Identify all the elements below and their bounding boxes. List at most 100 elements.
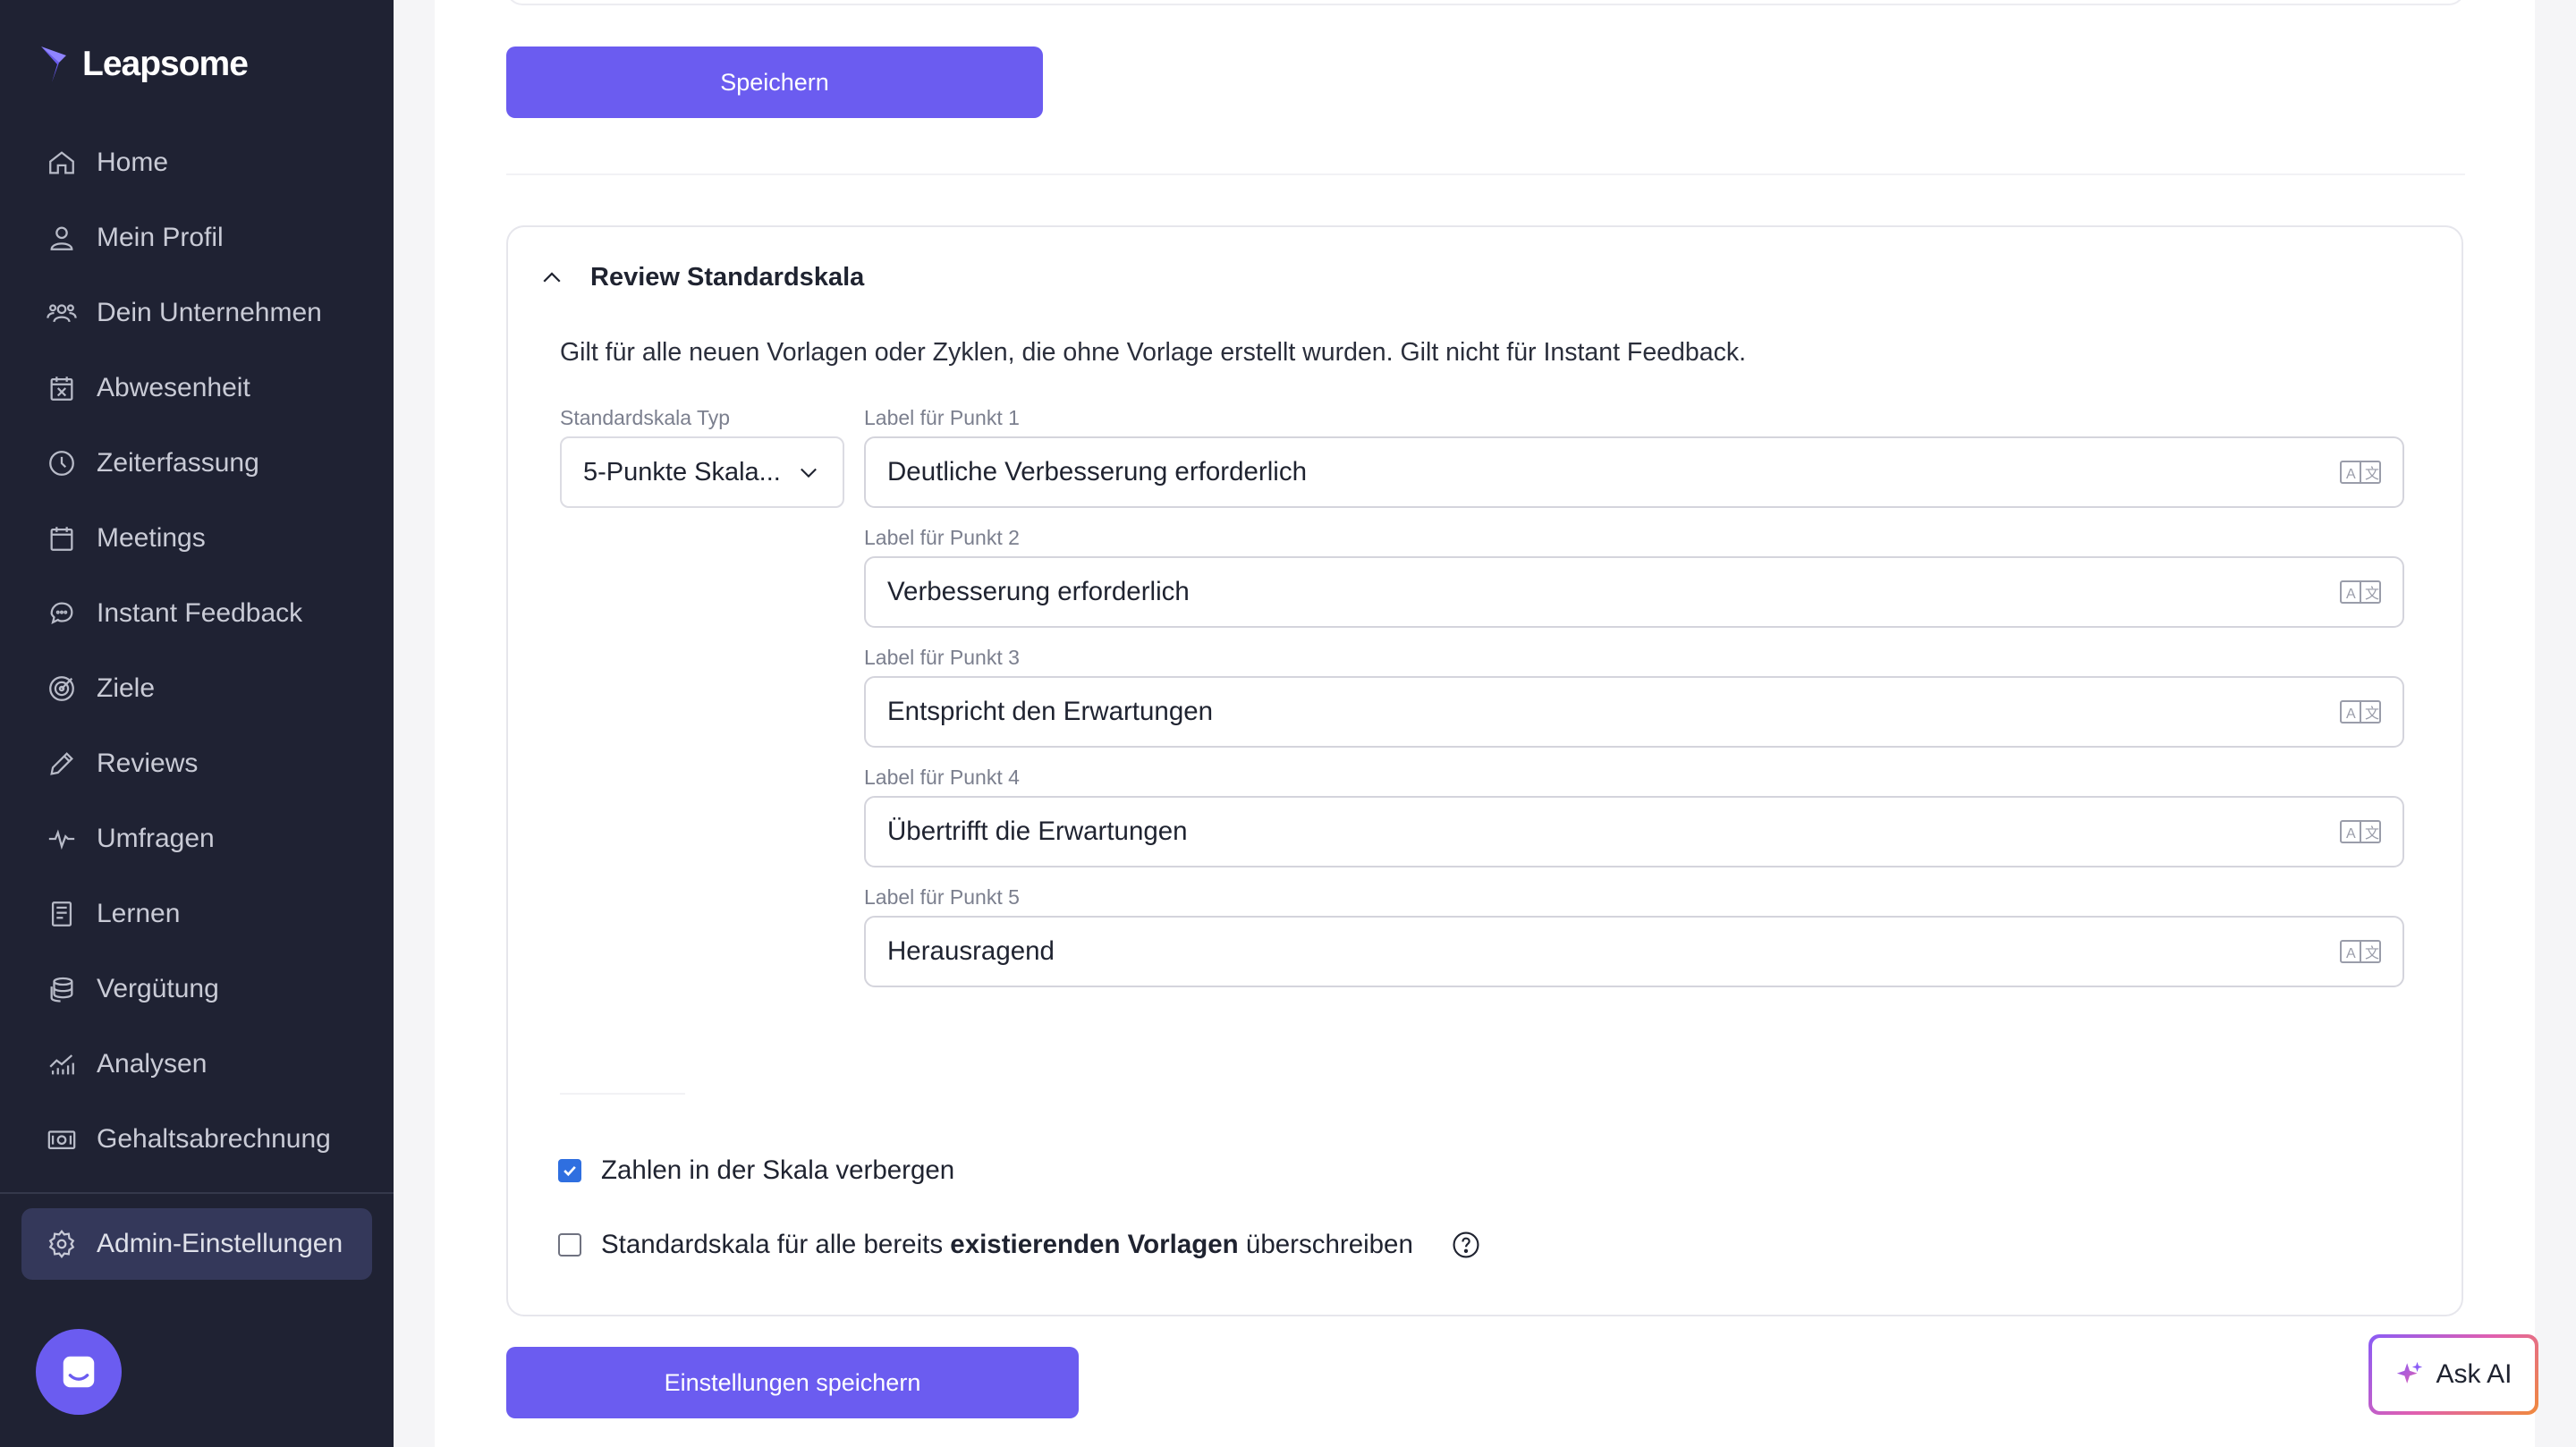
sidebar-item-goals[interactable]: Ziele [21, 651, 372, 726]
user-icon [50, 226, 73, 250]
spacer-line [560, 1093, 685, 1095]
coins-icon [50, 977, 73, 1003]
review-scale-header[interactable]: Review Standardskala [538, 263, 864, 292]
override-templates-label: Standardskala für alle bereits existiere… [601, 1230, 1413, 1260]
sidebar-item-label: Ziele [97, 673, 156, 703]
svg-text:A: A [2346, 946, 2356, 961]
sidebar-item-label: Dein Unternehmen [97, 298, 322, 327]
sidebar-item-instant-feedback[interactable]: Instant Feedback [21, 576, 372, 651]
ask-ai-label: Ask AI [2436, 1359, 2512, 1389]
sidebar-item-label: Abwesenheit [97, 373, 250, 402]
gear-icon [48, 1230, 75, 1258]
target-icon [49, 676, 74, 701]
svg-text:文: 文 [2365, 706, 2379, 722]
leapsome-logo[interactable]: Leapsome [39, 45, 249, 84]
book-icon [51, 901, 72, 927]
main-nav: Home Mein Profil Dein Unternehmen Abwese… [21, 125, 372, 1177]
translate-icon[interactable]: A文 [2340, 698, 2381, 725]
save-button[interactable]: Speichern [506, 47, 1043, 118]
pencil-icon [50, 752, 73, 775]
point-5-input[interactable] [887, 936, 2283, 967]
point-1-label: Label für Punkt 1 [864, 406, 1020, 429]
sidebar-item-company[interactable]: Dein Unternehmen [21, 275, 372, 351]
point-3-label: Label für Punkt 3 [864, 646, 1020, 669]
hide-numbers-checkbox[interactable] [558, 1159, 581, 1182]
sidebar-item-label: Instant Feedback [97, 598, 303, 628]
hide-numbers-row: Zahlen in der Skala verbergen [558, 1155, 954, 1186]
translate-icon[interactable]: A文 [2340, 459, 2381, 486]
support-chat-button[interactable] [36, 1329, 122, 1415]
main-content: Speichern Review Standardskala Gilt für … [435, 0, 2535, 1447]
hide-numbers-label: Zahlen in der Skala verbergen [601, 1155, 955, 1185]
override-label-end: überschreiben [1238, 1230, 1413, 1259]
point-5-field: A文 [864, 916, 2404, 987]
chat-bubble-icon [63, 1356, 95, 1388]
sidebar-item-payroll[interactable]: Gehaltsabrechnung [21, 1102, 372, 1177]
point-2-field: A文 [864, 556, 2404, 628]
sidebar-item-label: Gehaltsabrechnung [97, 1124, 331, 1154]
sidebar-item-label: Vergütung [97, 974, 219, 1003]
section-description: Gilt für alle neuen Vorlagen oder Zyklen… [560, 338, 1747, 367]
scale-type-label: Standardskala Typ [560, 406, 731, 429]
section-title: Review Standardskala [590, 263, 865, 292]
point-3-input[interactable] [887, 697, 2283, 727]
svg-text:A: A [2346, 707, 2356, 722]
point-2-label: Label für Punkt 2 [864, 526, 1020, 549]
point-4-input[interactable] [887, 817, 2283, 847]
leapsome-logo-icon [41, 47, 66, 82]
point-1-field: A文 [864, 436, 2404, 508]
home-icon [49, 151, 74, 174]
override-templates-checkbox[interactable] [558, 1233, 581, 1257]
scale-type-value: 5-Punkte Skala... [583, 457, 781, 487]
scale-type-select[interactable]: 5-Punkte Skala... [560, 436, 844, 508]
point-4-field: A文 [864, 796, 2404, 867]
sidebar-item-analytics[interactable]: Analysen [21, 1027, 372, 1102]
point-5-label: Label für Punkt 5 [864, 885, 1020, 909]
brand-name: Leapsome [82, 45, 249, 83]
sidebar-item-surveys[interactable]: Umfragen [21, 801, 372, 876]
team-icon [47, 304, 77, 323]
calendar-icon [50, 527, 73, 551]
sidebar-item-profile[interactable]: Mein Profil [21, 200, 372, 275]
sidebar-item-reviews[interactable]: Reviews [21, 726, 372, 801]
svg-text:文: 文 [2365, 466, 2379, 482]
sidebar-item-label: Lernen [97, 899, 181, 928]
svg-text:A: A [2346, 587, 2356, 602]
save-settings-button[interactable]: Einstellungen speichern [506, 1347, 1079, 1418]
override-label-bold: existierenden Vorlagen [950, 1230, 1239, 1259]
sidebar-item-label: Zeiterfassung [97, 448, 259, 478]
sidebar-divider [0, 1192, 394, 1194]
previous-card-edge [506, 0, 2465, 5]
review-scale-card: Review Standardskala Gilt für alle neuen… [506, 225, 2463, 1316]
override-templates-row: Standardskala für alle bereits existiere… [558, 1230, 1481, 1260]
override-label-start: Standardskala für alle bereits [601, 1230, 951, 1259]
ask-ai-button[interactable]: Ask AI [2368, 1334, 2538, 1415]
sidebar-item-label: Home [97, 148, 169, 177]
svg-text:文: 文 [2365, 945, 2379, 961]
sidebar-item-home[interactable]: Home [21, 125, 372, 200]
sidebar-item-compensation[interactable]: Vergütung [21, 952, 372, 1027]
translate-icon[interactable]: A文 [2340, 579, 2381, 605]
translate-icon[interactable]: A文 [2340, 818, 2381, 845]
section-divider [506, 173, 2465, 175]
chevron-up-icon [543, 271, 561, 283]
sidebar-item-absence[interactable]: Abwesenheit [21, 351, 372, 426]
sparkle-icon [2397, 1361, 2423, 1384]
clock-icon [49, 451, 74, 476]
sidebar-item-label: Meetings [97, 523, 206, 553]
sidebar-item-label: Analysen [97, 1049, 208, 1079]
sidebar-item-label: Umfragen [97, 824, 215, 853]
money-icon [47, 1130, 76, 1150]
chat-icon [50, 602, 73, 625]
sidebar: Leapsome Home Mein Profil Dein Unternehm… [0, 0, 394, 1447]
point-2-input[interactable] [887, 577, 2283, 607]
sidebar-item-meetings[interactable]: Meetings [21, 501, 372, 576]
sidebar-item-learning[interactable]: Lernen [21, 876, 372, 952]
translate-icon[interactable]: A文 [2340, 938, 2381, 965]
point-1-input[interactable] [887, 457, 2283, 487]
chevron-down-icon [801, 468, 817, 478]
sidebar-item-admin-settings[interactable]: Admin-Einstellungen [21, 1208, 372, 1280]
sidebar-item-time-tracking[interactable]: Zeiterfassung [21, 426, 372, 501]
help-icon[interactable] [1451, 1230, 1481, 1260]
point-3-field: A文 [864, 676, 2404, 748]
